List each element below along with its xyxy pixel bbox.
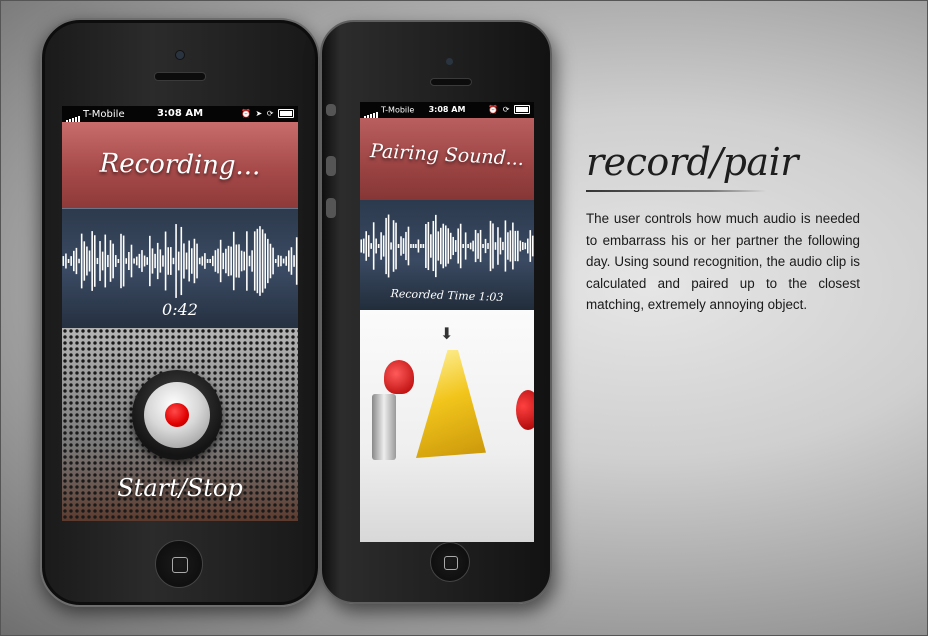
pairing-title: Pairing Sound... [369, 139, 525, 171]
rotation-lock-icon: ⟳ [502, 105, 511, 114]
status-bar: T-Mobile 3:08 AM ⏰ ➤ ⟳ [62, 106, 298, 122]
party-horn-object [416, 350, 486, 458]
status-bar: T-Mobile 3:08 AM ⏰ ⟳ [360, 102, 534, 118]
red-object [516, 390, 534, 430]
record-button[interactable] [144, 382, 210, 448]
home-square-icon [444, 556, 458, 570]
matched-objects: ⬇ [360, 310, 534, 542]
start-stop-label: Start/Stop [117, 474, 243, 502]
recording-screen: T-Mobile 3:08 AM ⏰ ➤ ⟳ Recording... 0:42… [62, 106, 298, 521]
record-button-ring [132, 370, 222, 460]
description-text: The user controls how much audio is need… [586, 211, 860, 313]
title-banner: Pairing Sound... [360, 118, 534, 200]
speaker-grille: Start/Stop [62, 328, 298, 521]
status-icons: ⏰ ➤ ⟳ [241, 106, 294, 122]
front-camera [175, 50, 185, 60]
alarm-icon: ⏰ [488, 105, 500, 114]
waveform-panel: 0:42 [62, 208, 298, 329]
recording-title: Recording... [99, 148, 261, 182]
home-button[interactable] [430, 542, 470, 582]
heading-underline [586, 190, 766, 192]
air-horn-object [368, 360, 414, 464]
air-horn-nozzle [384, 360, 414, 394]
audio-waveform [360, 214, 534, 278]
earpiece-speaker [430, 78, 472, 86]
pairing-screen: T-Mobile 3:08 AM ⏰ ⟳ Pairing Sound... Re… [360, 102, 534, 542]
record-dot-icon [165, 403, 189, 427]
volume-down-button [326, 198, 336, 218]
audio-waveform [62, 224, 298, 298]
recorded-time: Recorded Time 1:03 [390, 287, 504, 304]
battery-icon [514, 105, 530, 114]
earpiece-speaker [154, 72, 206, 81]
phone-recording: T-Mobile 3:08 AM ⏰ ➤ ⟳ Recording... 0:42… [40, 18, 320, 607]
air-horn-can [372, 394, 396, 460]
home-square-icon [172, 557, 188, 573]
front-camera [446, 58, 453, 65]
home-button[interactable] [155, 540, 203, 588]
page-heading: record/pair [586, 140, 798, 184]
down-arrow-icon: ⬇ [440, 324, 454, 343]
rotation-lock-icon: ⟳ [266, 109, 275, 118]
mute-switch [326, 104, 336, 116]
recording-timer: 0:42 [162, 300, 198, 319]
volume-up-button [326, 156, 336, 176]
phone-pairing: T-Mobile 3:08 AM ⏰ ⟳ Pairing Sound... Re… [320, 20, 552, 604]
status-icons: ⏰ ⟳ [488, 102, 530, 118]
alarm-icon: ⏰ [240, 109, 252, 118]
location-icon: ➤ [255, 109, 264, 118]
title-banner: Recording... [62, 122, 298, 208]
battery-icon [278, 109, 294, 118]
waveform-panel: Recorded Time 1:03 [360, 200, 534, 310]
